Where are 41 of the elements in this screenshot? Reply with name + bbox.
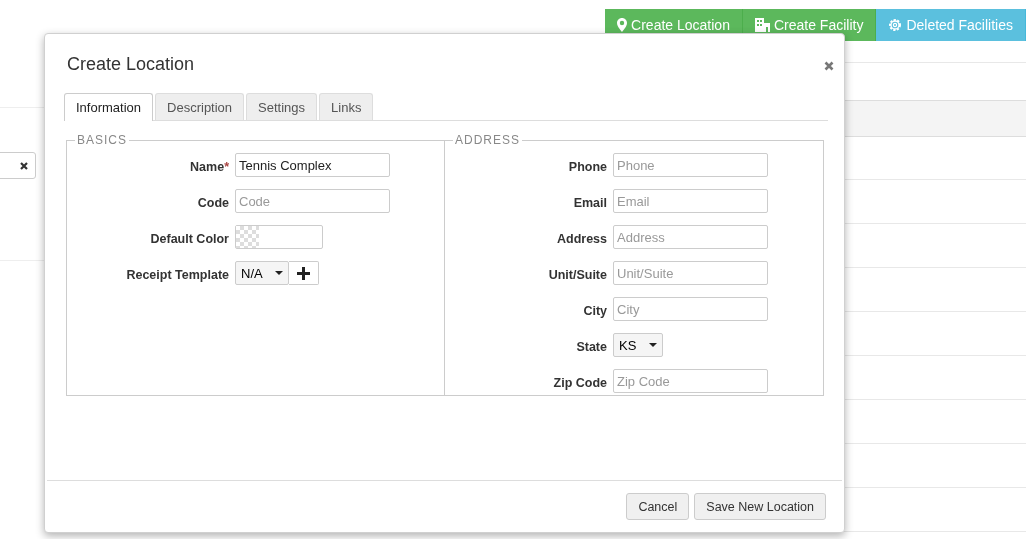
map-pin-icon (617, 18, 628, 32)
tab[interactable]: Information (64, 93, 154, 121)
field-label: State (575, 339, 607, 354)
add-button[interactable] (288, 261, 319, 285)
text-field[interactable]: Code (235, 189, 390, 213)
caret-icon (274, 271, 283, 275)
dialog-title: Create Location (67, 53, 195, 75)
plus-icon (296, 266, 310, 280)
field-label: Unit/Suite (547, 267, 607, 282)
field-label: Email (572, 195, 607, 210)
clear-icon[interactable] (20, 162, 28, 170)
transparent-swatch (236, 226, 259, 248)
field-label: Name* (189, 159, 229, 174)
field-label: Address (555, 231, 607, 246)
cancel-button[interactable]: Cancel (626, 493, 690, 520)
dropdown[interactable]: N/A (235, 261, 289, 285)
field-label: Phone (567, 159, 607, 174)
field-label: Receipt Template (125, 267, 229, 282)
text-field[interactable]: Unit/Suite (613, 261, 768, 285)
filter-field[interactable] (0, 152, 36, 179)
section-legend: ADDRESS (453, 133, 522, 147)
field-label: Default Color (149, 231, 229, 246)
text-field[interactable]: Tennis Complex (235, 153, 390, 177)
text-field[interactable]: Address (613, 225, 768, 249)
gear-icon (888, 18, 903, 32)
tab[interactable]: Description (155, 93, 245, 120)
text-field[interactable]: City (613, 297, 768, 321)
tab[interactable]: Links (319, 93, 374, 120)
text-field[interactable]: Email (613, 189, 768, 213)
text-field[interactable]: Zip Code (613, 369, 768, 393)
field-label: Code (196, 195, 229, 210)
dropdown[interactable]: KS (613, 333, 663, 357)
tab[interactable]: Settings (246, 93, 318, 120)
field-label: Zip Code (552, 375, 607, 390)
text-field[interactable]: Phone (613, 153, 768, 177)
section-legend: BASICS (75, 133, 129, 147)
close-icon[interactable] (824, 61, 834, 71)
save-button[interactable]: Save New Location (694, 493, 826, 520)
field-label: City (582, 303, 607, 318)
color-picker[interactable] (235, 225, 323, 249)
caret-icon (649, 343, 657, 347)
